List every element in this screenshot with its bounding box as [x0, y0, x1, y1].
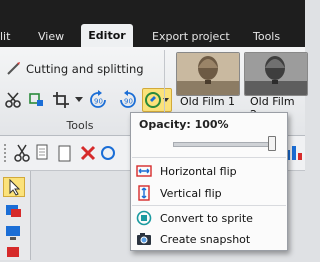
vertical-flip-label: Vertical flip	[160, 186, 222, 200]
toolbar-grip	[4, 144, 9, 162]
opacity-label: Opacity: 100%	[139, 118, 229, 131]
knife-icon	[6, 60, 22, 79]
tab-view[interactable]: View	[38, 26, 64, 47]
old-film-1-label: Old Film 1	[180, 95, 236, 108]
horizontal-flip-icon	[136, 163, 152, 179]
tab-tools[interactable]: Tools	[253, 26, 280, 47]
rotate-left-value: 90	[94, 98, 103, 106]
tab-export-project[interactable]: Export project	[152, 26, 230, 47]
tab-edit[interactable]: lit	[0, 26, 14, 47]
pointer-tool-icon[interactable]	[3, 177, 25, 197]
convert-to-sprite-label: Convert to sprite	[160, 211, 253, 225]
vertical-flip-icon	[136, 185, 152, 201]
crop-select-icon[interactable]	[26, 89, 48, 111]
copy-icon[interactable]	[36, 144, 50, 165]
monitor-tool-icon[interactable]	[5, 225, 23, 244]
rotate-right-value: 90	[124, 98, 133, 106]
circle-icon[interactable]	[100, 144, 116, 165]
tab-editor[interactable]: Editor	[81, 24, 133, 47]
sprite-icon	[136, 210, 152, 226]
opacity-slider-thumb[interactable]	[268, 136, 276, 151]
old-film-1-thumbnail[interactable]	[176, 52, 240, 96]
camera-icon	[136, 231, 152, 247]
old-film-2-thumbnail[interactable]	[244, 52, 308, 96]
menu-separator	[132, 205, 286, 206]
more-tools-button[interactable]	[142, 88, 172, 112]
tab-bar: lit View Editor Export project Tools	[0, 0, 305, 47]
opacity-slider[interactable]	[173, 142, 275, 147]
menu-separator	[132, 157, 286, 158]
create-snapshot-item[interactable]: Create snapshot	[131, 228, 287, 250]
layer-tool-icon[interactable]	[5, 203, 23, 222]
rotate-left-button[interactable]: 90	[86, 89, 112, 111]
transform-popup-menu: Opacity: 100% Horizontal flip Vertical f…	[130, 112, 288, 251]
left-tool-column	[0, 171, 31, 260]
rotate-right-button[interactable]: 90	[114, 89, 140, 111]
horizontal-flip-label: Horizontal flip	[160, 164, 237, 178]
delete-icon[interactable]	[80, 144, 96, 165]
shape-tool-icon[interactable]	[5, 245, 23, 262]
vertical-flip-item[interactable]: Vertical flip	[131, 182, 287, 204]
tools-row: 90 90	[2, 88, 172, 112]
horizontal-flip-item[interactable]: Horizontal flip	[131, 160, 287, 182]
chevron-down-icon[interactable]	[74, 89, 84, 111]
convert-to-sprite-item[interactable]: Convert to sprite	[131, 207, 287, 229]
cutting-and-splitting-button[interactable]: Cutting and splitting	[6, 58, 144, 80]
cutting-label: Cutting and splitting	[26, 62, 144, 76]
crop-icon[interactable]	[50, 89, 72, 111]
scissors-icon[interactable]	[2, 89, 24, 111]
create-snapshot-label: Create snapshot	[160, 232, 251, 246]
paste-icon[interactable]	[58, 144, 72, 165]
cut-icon[interactable]	[14, 144, 30, 165]
